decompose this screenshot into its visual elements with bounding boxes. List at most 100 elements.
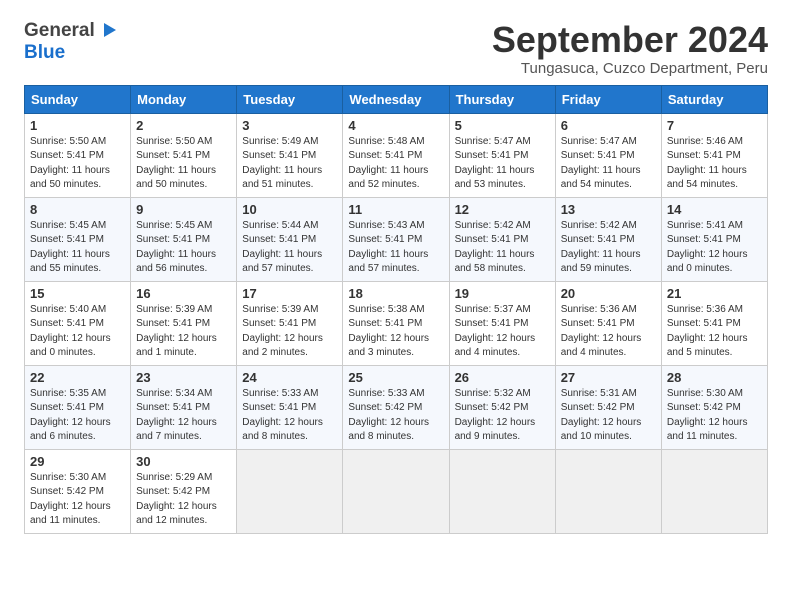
day-number: 18 xyxy=(348,286,443,301)
table-row xyxy=(555,449,661,533)
day-info: Sunrise: 5:33 AMSunset: 5:42 PMDaylight:… xyxy=(348,387,443,445)
col-sunday: Sunday xyxy=(25,85,131,113)
day-number: 19 xyxy=(455,286,550,301)
day-number: 25 xyxy=(348,370,443,385)
day-number: 21 xyxy=(667,286,762,301)
col-saturday: Saturday xyxy=(661,85,767,113)
col-monday: Monday xyxy=(131,85,237,113)
day-number: 30 xyxy=(136,454,231,469)
calendar-table: Sunday Monday Tuesday Wednesday Thursday… xyxy=(24,85,768,534)
day-info: Sunrise: 5:29 AMSunset: 5:42 PMDaylight:… xyxy=(136,471,231,529)
day-number: 27 xyxy=(561,370,656,385)
table-row: 7 Sunrise: 5:46 AMSunset: 5:41 PMDaylight… xyxy=(661,113,767,197)
day-number: 28 xyxy=(667,370,762,385)
page-header: General Blue September 2024 Tungasuca, C… xyxy=(24,20,768,77)
day-info: Sunrise: 5:43 AMSunset: 5:41 PMDaylight:… xyxy=(348,219,443,277)
day-info: Sunrise: 5:50 AMSunset: 5:41 PMDaylight:… xyxy=(136,135,231,193)
day-info: Sunrise: 5:42 AMSunset: 5:41 PMDaylight:… xyxy=(561,219,656,277)
day-info: Sunrise: 5:32 AMSunset: 5:42 PMDaylight:… xyxy=(455,387,550,445)
col-tuesday: Tuesday xyxy=(237,85,343,113)
day-number: 20 xyxy=(561,286,656,301)
table-row: 16Sunrise: 5:39 AMSunset: 5:41 PMDayligh… xyxy=(131,281,237,365)
weekday-header-row: Sunday Monday Tuesday Wednesday Thursday… xyxy=(25,85,768,113)
calendar-week-row: 8 Sunrise: 5:45 AMSunset: 5:41 PMDaylight… xyxy=(25,197,768,281)
table-row: 12 Sunrise: 5:42 AMSunset: 5:41 PMDayligh… xyxy=(449,197,555,281)
table-row: 15Sunrise: 5:40 AMSunset: 5:41 PMDayligh… xyxy=(25,281,131,365)
day-number: 13 xyxy=(561,202,656,217)
day-info: Sunrise: 5:44 AMSunset: 5:41 PMDaylight:… xyxy=(242,219,337,277)
day-info: Sunrise: 5:30 AMSunset: 5:42 PMDaylight:… xyxy=(667,387,762,445)
table-row xyxy=(449,449,555,533)
table-row: 26 Sunrise: 5:32 AMSunset: 5:42 PMDayligh… xyxy=(449,365,555,449)
day-number: 7 xyxy=(667,118,762,133)
table-row: 13 Sunrise: 5:42 AMSunset: 5:41 PMDayligh… xyxy=(555,197,661,281)
table-row: 24Sunrise: 5:33 AMSunset: 5:41 PMDayligh… xyxy=(237,365,343,449)
table-row: 25 Sunrise: 5:33 AMSunset: 5:42 PMDayligh… xyxy=(343,365,449,449)
table-row: 3Sunrise: 5:49 AMSunset: 5:41 PMDaylight… xyxy=(237,113,343,197)
table-row: 9 Sunrise: 5:45 AMSunset: 5:41 PMDaylight… xyxy=(131,197,237,281)
day-info: Sunrise: 5:46 AMSunset: 5:41 PMDaylight:… xyxy=(667,135,762,193)
day-number: 6 xyxy=(561,118,656,133)
table-row: 20 Sunrise: 5:36 AMSunset: 5:41 PMDayligh… xyxy=(555,281,661,365)
logo: General Blue xyxy=(24,20,118,64)
day-info: Sunrise: 5:47 AMSunset: 5:41 PMDaylight:… xyxy=(561,135,656,193)
table-row: 8 Sunrise: 5:45 AMSunset: 5:41 PMDaylight… xyxy=(25,197,131,281)
table-row: 21 Sunrise: 5:36 AMSunset: 5:41 PMDayligh… xyxy=(661,281,767,365)
day-number: 4 xyxy=(348,118,443,133)
day-number: 5 xyxy=(455,118,550,133)
day-number: 17 xyxy=(242,286,337,301)
col-friday: Friday xyxy=(555,85,661,113)
day-info: Sunrise: 5:45 AMSunset: 5:41 PMDaylight:… xyxy=(30,219,125,277)
table-row: 4Sunrise: 5:48 AMSunset: 5:41 PMDaylight… xyxy=(343,113,449,197)
table-row xyxy=(343,449,449,533)
day-info: Sunrise: 5:41 AMSunset: 5:41 PMDaylight:… xyxy=(667,219,762,277)
day-info: Sunrise: 5:35 AMSunset: 5:41 PMDaylight:… xyxy=(30,387,125,445)
day-number: 10 xyxy=(242,202,337,217)
table-row xyxy=(661,449,767,533)
table-row: 14 Sunrise: 5:41 AMSunset: 5:41 PMDayligh… xyxy=(661,197,767,281)
day-number: 26 xyxy=(455,370,550,385)
table-row: 28 Sunrise: 5:30 AMSunset: 5:42 PMDayligh… xyxy=(661,365,767,449)
day-info: Sunrise: 5:47 AMSunset: 5:41 PMDaylight:… xyxy=(455,135,550,193)
day-info: Sunrise: 5:49 AMSunset: 5:41 PMDaylight:… xyxy=(242,135,337,193)
day-info: Sunrise: 5:42 AMSunset: 5:41 PMDaylight:… xyxy=(455,219,550,277)
day-number: 23 xyxy=(136,370,231,385)
day-number: 1 xyxy=(30,118,125,133)
day-info: Sunrise: 5:38 AMSunset: 5:41 PMDaylight:… xyxy=(348,303,443,361)
col-thursday: Thursday xyxy=(449,85,555,113)
table-row: 19 Sunrise: 5:37 AMSunset: 5:41 PMDayligh… xyxy=(449,281,555,365)
table-row: 18 Sunrise: 5:38 AMSunset: 5:41 PMDayligh… xyxy=(343,281,449,365)
day-info: Sunrise: 5:50 AMSunset: 5:41 PMDaylight:… xyxy=(30,135,125,193)
table-row: 1 Sunrise: 5:50 AMSunset: 5:41 PMDaylight… xyxy=(25,113,131,197)
day-number: 11 xyxy=(348,202,443,217)
table-row xyxy=(237,449,343,533)
day-number: 16 xyxy=(136,286,231,301)
calendar-week-row: 1 Sunrise: 5:50 AMSunset: 5:41 PMDaylight… xyxy=(25,113,768,197)
table-row: 27Sunrise: 5:31 AMSunset: 5:42 PMDayligh… xyxy=(555,365,661,449)
day-number: 14 xyxy=(667,202,762,217)
day-info: Sunrise: 5:37 AMSunset: 5:41 PMDaylight:… xyxy=(455,303,550,361)
day-number: 9 xyxy=(136,202,231,217)
table-row: 29Sunrise: 5:30 AMSunset: 5:42 PMDayligh… xyxy=(25,449,131,533)
day-info: Sunrise: 5:36 AMSunset: 5:41 PMDaylight:… xyxy=(667,303,762,361)
month-title: September 2024 xyxy=(492,20,768,60)
day-number: 8 xyxy=(30,202,125,217)
calendar-week-row: 15Sunrise: 5:40 AMSunset: 5:41 PMDayligh… xyxy=(25,281,768,365)
day-info: Sunrise: 5:34 AMSunset: 5:41 PMDaylight:… xyxy=(136,387,231,445)
title-section: September 2024 Tungasuca, Cuzco Departme… xyxy=(492,20,768,77)
calendar-week-row: 22 Sunrise: 5:35 AMSunset: 5:41 PMDayligh… xyxy=(25,365,768,449)
table-row: 30 Sunrise: 5:29 AMSunset: 5:42 PMDayligh… xyxy=(131,449,237,533)
day-number: 2 xyxy=(136,118,231,133)
logo-general: General xyxy=(24,20,95,42)
table-row: 5 Sunrise: 5:47 AMSunset: 5:41 PMDaylight… xyxy=(449,113,555,197)
day-number: 12 xyxy=(455,202,550,217)
table-row: 17Sunrise: 5:39 AMSunset: 5:41 PMDayligh… xyxy=(237,281,343,365)
day-number: 24 xyxy=(242,370,337,385)
location-title: Tungasuca, Cuzco Department, Peru xyxy=(492,60,768,77)
day-info: Sunrise: 5:36 AMSunset: 5:41 PMDaylight:… xyxy=(561,303,656,361)
logo-icon xyxy=(96,19,118,41)
calendar-week-row: 29Sunrise: 5:30 AMSunset: 5:42 PMDayligh… xyxy=(25,449,768,533)
day-info: Sunrise: 5:30 AMSunset: 5:42 PMDaylight:… xyxy=(30,471,125,529)
day-info: Sunrise: 5:45 AMSunset: 5:41 PMDaylight:… xyxy=(136,219,231,277)
day-number: 22 xyxy=(30,370,125,385)
